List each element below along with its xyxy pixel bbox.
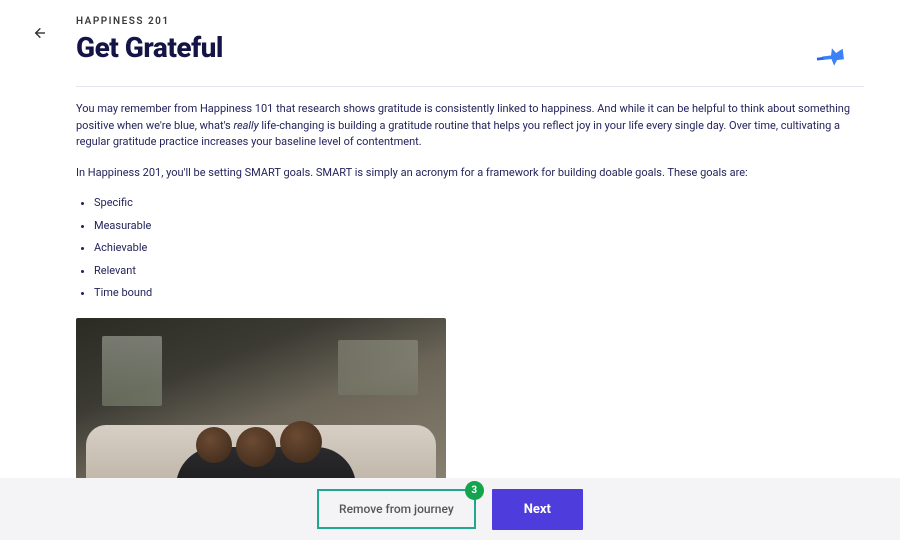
intro-emphasis: really <box>233 119 258 132</box>
list-item: Achievable <box>94 240 864 257</box>
remove-badge: 3 <box>465 481 484 500</box>
list-item: Relevant <box>94 263 864 280</box>
intro-paragraph: You may remember from Happiness 101 that… <box>76 101 864 151</box>
list-item: Specific <box>94 195 864 212</box>
remove-button-label: Remove from journey <box>339 502 454 516</box>
section-divider <box>76 86 864 87</box>
back-button[interactable] <box>28 22 50 44</box>
goals-list: Specific Measurable Achievable Relevant … <box>76 195 864 302</box>
next-button[interactable]: Next <box>492 489 583 530</box>
remove-from-journey-button[interactable]: Remove from journey 3 <box>317 489 476 529</box>
smart-paragraph: In Happiness 201, you'll be setting SMAR… <box>76 165 864 182</box>
article-body: You may remember from Happiness 101 that… <box>76 101 864 302</box>
back-arrow-icon <box>31 25 47 41</box>
next-button-label: Next <box>524 502 551 517</box>
action-footer: Remove from journey 3 Next <box>0 478 900 540</box>
hero-image <box>76 318 446 493</box>
course-eyebrow: HAPPINESS 201 <box>76 16 864 27</box>
list-item: Measurable <box>94 218 864 235</box>
list-item: Time bound <box>94 285 864 302</box>
page-title: Get Grateful <box>76 31 864 64</box>
